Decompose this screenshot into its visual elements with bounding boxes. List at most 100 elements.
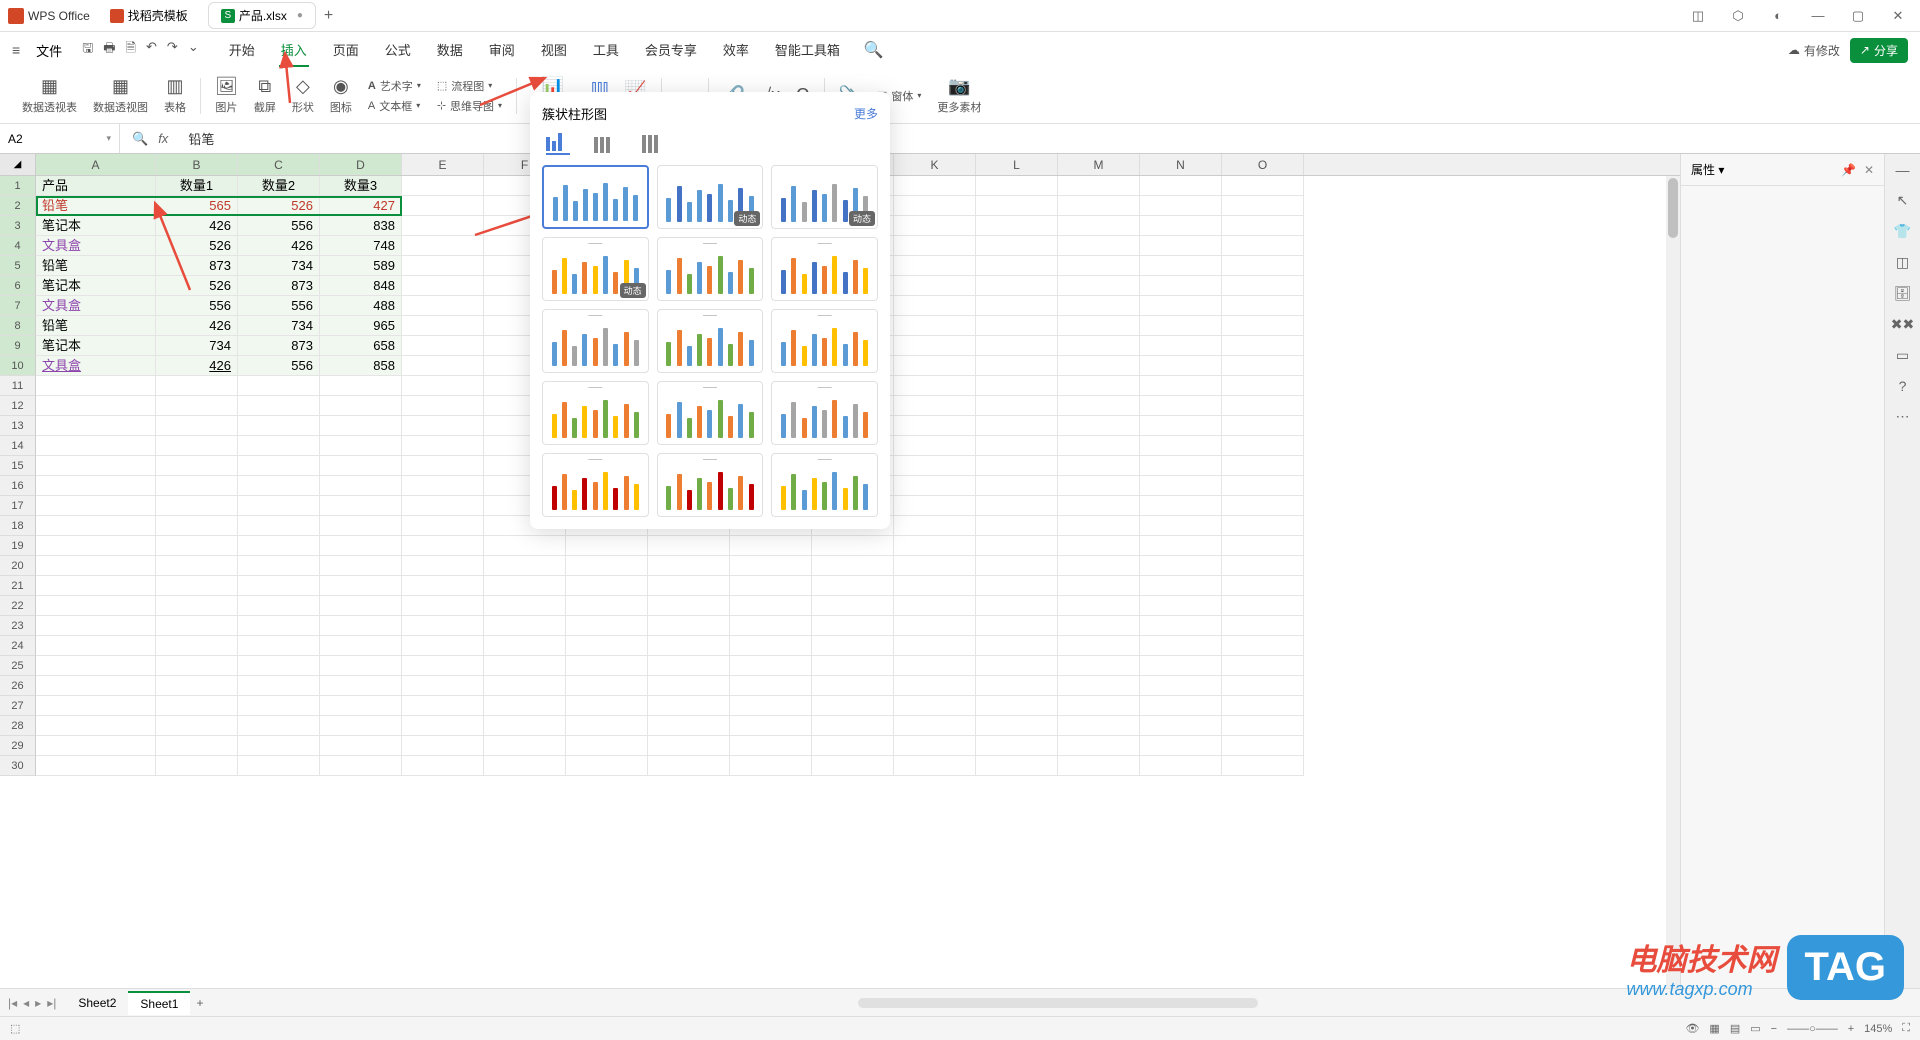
cell-C3[interactable]: 556 [238,216,320,236]
cell-M8[interactable] [1058,316,1140,336]
row-header-5[interactable]: 5 [0,256,36,276]
cell-D15[interactable] [320,456,402,476]
menu-item-视图[interactable]: 视图 [539,34,569,67]
cell-N15[interactable] [1140,456,1222,476]
cell-K18[interactable] [894,516,976,536]
cell-F22[interactable] [484,596,566,616]
dropdown-caret-icon[interactable]: ⌄ [188,39,199,61]
cell-L29[interactable] [976,736,1058,756]
row-header-12[interactable]: 12 [0,396,36,416]
cell-A16[interactable] [36,476,156,496]
chart-thumb-2[interactable]: 动态 [771,165,878,229]
chart-thumb-13[interactable]: —— [657,453,764,517]
cell-O16[interactable] [1222,476,1304,496]
cell-F24[interactable] [484,636,566,656]
icons-button[interactable]: ◉图标 [324,76,358,115]
cell-N3[interactable] [1140,216,1222,236]
cell-E25[interactable] [402,656,484,676]
cell-H28[interactable] [648,716,730,736]
cell-E20[interactable] [402,556,484,576]
maximize-button[interactable]: ▢ [1844,8,1872,24]
cell-O1[interactable] [1222,176,1304,196]
cell-E26[interactable] [402,676,484,696]
cell-L25[interactable] [976,656,1058,676]
cursor-icon[interactable]: ↖ [1897,192,1909,209]
cell-H30[interactable] [648,756,730,776]
cell-E21[interactable] [402,576,484,596]
help-icon[interactable]: ? [1899,378,1907,394]
cell-N20[interactable] [1140,556,1222,576]
cell-C15[interactable] [238,456,320,476]
cell-M15[interactable] [1058,456,1140,476]
cell-B15[interactable] [156,456,238,476]
close-panel-icon[interactable]: ✕ [1864,163,1874,177]
select-all-corner[interactable]: ◢ [0,154,36,175]
cell-L21[interactable] [976,576,1058,596]
cell-O12[interactable] [1222,396,1304,416]
more-icon[interactable]: ⋯ [1896,408,1910,425]
cell-M21[interactable] [1058,576,1140,596]
sheet-tab-sheet1[interactable]: Sheet1 [128,991,190,1015]
cell-A17[interactable] [36,496,156,516]
cell-C17[interactable] [238,496,320,516]
cell-I26[interactable] [730,676,812,696]
cell-C4[interactable]: 426 [238,236,320,256]
cube-icon[interactable]: ⬡ [1724,8,1752,24]
sheet-tab-sheet2[interactable]: Sheet2 [66,992,128,1014]
cell-M23[interactable] [1058,616,1140,636]
cell-M25[interactable] [1058,656,1140,676]
row-header-10[interactable]: 10 [0,356,36,376]
cell-M2[interactable] [1058,196,1140,216]
cell-E30[interactable] [402,756,484,776]
sheet-add[interactable]: + [196,996,203,1010]
cell-D25[interactable] [320,656,402,676]
cell-B1[interactable]: 数量1 [156,176,238,196]
cell-N21[interactable] [1140,576,1222,596]
row-header-30[interactable]: 30 [0,756,36,776]
menu-item-会员专享[interactable]: 会员专享 [643,34,699,67]
cell-C29[interactable] [238,736,320,756]
cell-E28[interactable] [402,716,484,736]
page-icon[interactable]: ▭ [1896,347,1909,364]
cell-D27[interactable] [320,696,402,716]
cell-L17[interactable] [976,496,1058,516]
cell-G24[interactable] [566,636,648,656]
cell-A13[interactable] [36,416,156,436]
chart-subtab-clustered[interactable] [546,131,570,155]
tab-template[interactable]: 找稻壳模板 [98,3,200,28]
row-header-26[interactable]: 26 [0,676,36,696]
cell-B9[interactable]: 734 [156,336,238,356]
cell-G27[interactable] [566,696,648,716]
status-mode-icon[interactable]: ⬚ [10,1022,20,1035]
view-reading-icon[interactable]: ▭ [1750,1022,1760,1035]
zoom-slider[interactable]: ——○—— [1787,1023,1838,1035]
cell-J21[interactable] [812,576,894,596]
menu-item-数据[interactable]: 数据 [435,34,465,67]
cell-A5[interactable]: 铅笔 [36,256,156,276]
cell-D8[interactable]: 965 [320,316,402,336]
textbox-button[interactable]: A 文本框 ▾ [368,98,421,114]
cell-H23[interactable] [648,616,730,636]
cell-G23[interactable] [566,616,648,636]
cell-C26[interactable] [238,676,320,696]
menu-item-开始[interactable]: 开始 [227,34,257,67]
cell-N2[interactable] [1140,196,1222,216]
cell-C10[interactable]: 556 [238,356,320,376]
cell-D5[interactable]: 589 [320,256,402,276]
cell-G22[interactable] [566,596,648,616]
cell-F30[interactable] [484,756,566,776]
cell-J29[interactable] [812,736,894,756]
cell-J19[interactable] [812,536,894,556]
row-header-9[interactable]: 9 [0,336,36,356]
col-header-M[interactable]: M [1058,154,1140,175]
cell-N29[interactable] [1140,736,1222,756]
row-header-4[interactable]: 4 [0,236,36,256]
zoom-value[interactable]: 145% [1864,1023,1892,1035]
chart-thumb-0[interactable] [542,165,649,229]
col-header-D[interactable]: D [320,154,402,175]
cell-I25[interactable] [730,656,812,676]
cell-E17[interactable] [402,496,484,516]
cell-M19[interactable] [1058,536,1140,556]
row-header-14[interactable]: 14 [0,436,36,456]
cell-D22[interactable] [320,596,402,616]
